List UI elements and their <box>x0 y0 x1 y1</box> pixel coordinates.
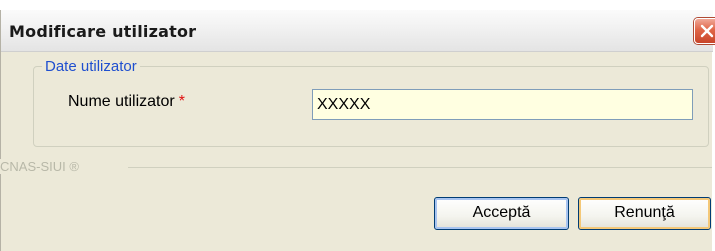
groupbox-legend: Date utilizator <box>42 58 140 75</box>
window-title: Modificare utilizator <box>9 22 197 41</box>
cancel-button[interactable]: Renunţă <box>578 197 711 230</box>
username-input[interactable] <box>312 89 693 120</box>
close-button[interactable] <box>694 18 715 44</box>
accept-button[interactable]: Acceptă <box>434 197 569 230</box>
footer-brand: CNAS-SIUI ® <box>0 159 83 174</box>
username-label: Nume utilizator * <box>68 93 185 111</box>
close-icon <box>700 24 714 38</box>
title-bar[interactable]: Modificare utilizator <box>1 10 713 52</box>
username-label-text: Nume utilizator <box>68 93 175 110</box>
required-marker: * <box>178 93 185 110</box>
footer-divider <box>128 167 712 168</box>
